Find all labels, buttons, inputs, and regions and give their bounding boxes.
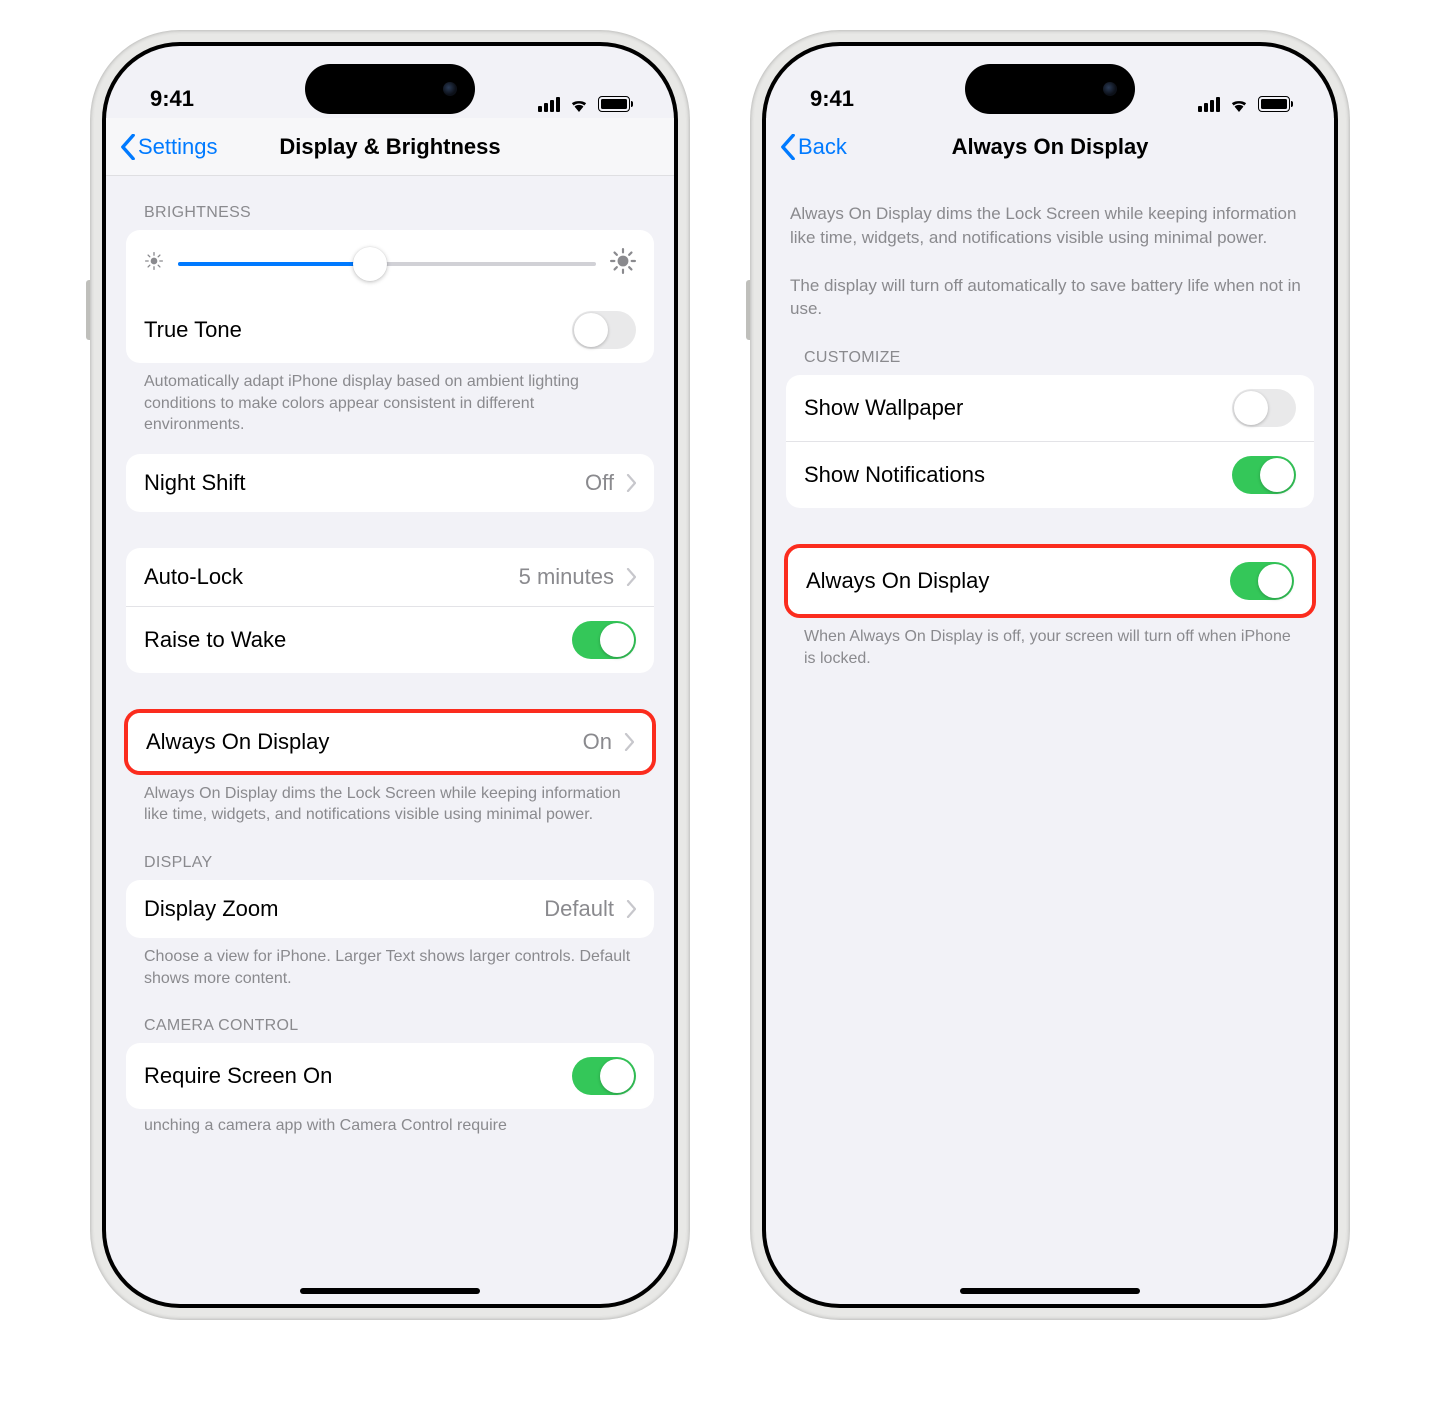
- true-tone-toggle[interactable]: [572, 311, 636, 349]
- intro-text-2: The display will turn off automatically …: [786, 274, 1314, 322]
- cellular-icon: [1198, 96, 1220, 112]
- group-display-zoom: Display Zoom Default: [126, 880, 654, 938]
- group-customize: Show Wallpaper Show Notifications: [786, 375, 1314, 508]
- night-shift-label: Night Shift: [144, 470, 573, 496]
- group-camera: Require Screen On: [126, 1043, 654, 1109]
- raise-to-wake-label: Raise to Wake: [144, 627, 560, 653]
- require-screen-label: Require Screen On: [144, 1063, 560, 1089]
- home-indicator[interactable]: [300, 1288, 480, 1294]
- status-time: 9:41: [150, 86, 194, 112]
- night-shift-value: Off: [585, 470, 614, 496]
- section-header-camera: CAMERA CONTROL: [126, 989, 654, 1043]
- aod-value: On: [583, 729, 612, 755]
- row-aod-toggle: Always On Display: [788, 548, 1312, 614]
- require-screen-toggle[interactable]: [572, 1057, 636, 1095]
- chevron-right-icon: [624, 733, 634, 751]
- row-display-zoom[interactable]: Display Zoom Default: [126, 880, 654, 938]
- section-header-brightness: BRIGHTNESS: [126, 176, 654, 230]
- chevron-left-icon: [780, 134, 796, 160]
- back-label: Back: [798, 134, 847, 160]
- row-always-on-display[interactable]: Always On Display On: [128, 713, 652, 771]
- aod-toggle-footer: When Always On Display is off, your scre…: [786, 618, 1314, 669]
- show-wallpaper-toggle[interactable]: [1232, 389, 1296, 427]
- chevron-left-icon: [120, 134, 136, 160]
- auto-lock-value: 5 minutes: [519, 564, 614, 590]
- aod-toggle-label: Always On Display: [806, 568, 1218, 594]
- highlight-aod-toggle: Always On Display: [784, 544, 1316, 618]
- back-button[interactable]: Settings: [120, 134, 218, 160]
- wifi-icon: [568, 96, 590, 112]
- cellular-icon: [538, 96, 560, 112]
- nav-bar: Back Always On Display: [766, 118, 1334, 176]
- raise-to-wake-toggle[interactable]: [572, 621, 636, 659]
- row-require-screen-on: Require Screen On: [126, 1043, 654, 1109]
- group-brightness: True Tone: [126, 230, 654, 363]
- camera-footer-cut: unching a camera app with Camera Control…: [126, 1109, 654, 1137]
- nav-bar: Settings Display & Brightness: [106, 118, 674, 176]
- row-raise-to-wake: Raise to Wake: [126, 606, 654, 673]
- true-tone-footer: Automatically adapt iPhone display based…: [126, 363, 654, 436]
- settings-content[interactable]: Always On Display dims the Lock Screen w…: [766, 176, 1334, 1304]
- dynamic-island: [305, 64, 475, 114]
- phone-left: 9:41 Settings Display & Brightness BRIGH…: [90, 30, 690, 1320]
- row-night-shift[interactable]: Night Shift Off: [126, 454, 654, 512]
- chevron-right-icon: [626, 900, 636, 918]
- true-tone-label: True Tone: [144, 317, 560, 343]
- group-night-shift: Night Shift Off: [126, 454, 654, 512]
- back-button[interactable]: Back: [780, 134, 847, 160]
- row-show-wallpaper: Show Wallpaper: [786, 375, 1314, 441]
- display-zoom-footer: Choose a view for iPhone. Larger Text sh…: [126, 938, 654, 989]
- row-show-notifications: Show Notifications: [786, 441, 1314, 508]
- row-true-tone: True Tone: [126, 297, 654, 363]
- group-lock: Auto-Lock 5 minutes Raise to Wake: [126, 548, 654, 673]
- back-label: Settings: [138, 134, 218, 160]
- aod-toggle[interactable]: [1230, 562, 1294, 600]
- phone-right: 9:41 Back Always On Display Always On Di…: [750, 30, 1350, 1320]
- intro-text-1: Always On Display dims the Lock Screen w…: [786, 202, 1314, 250]
- battery-icon: [1258, 96, 1290, 112]
- section-header-customize: CUSTOMIZE: [786, 321, 1314, 375]
- display-zoom-value: Default: [544, 896, 614, 922]
- sun-min-icon: [144, 251, 164, 276]
- status-time: 9:41: [810, 86, 854, 112]
- highlight-aod: Always On Display On: [124, 709, 656, 775]
- display-zoom-label: Display Zoom: [144, 896, 532, 922]
- chevron-right-icon: [626, 568, 636, 586]
- chevron-right-icon: [626, 474, 636, 492]
- home-indicator[interactable]: [960, 1288, 1140, 1294]
- sun-max-icon: [610, 248, 636, 279]
- aod-footer: Always On Display dims the Lock Screen w…: [126, 775, 654, 826]
- row-auto-lock[interactable]: Auto-Lock 5 minutes: [126, 548, 654, 606]
- aod-label: Always On Display: [146, 729, 571, 755]
- settings-content[interactable]: BRIGHTNESS True Tone: [106, 176, 674, 1304]
- brightness-slider-row: [126, 230, 654, 297]
- section-header-display: DISPLAY: [126, 826, 654, 880]
- dynamic-island: [965, 64, 1135, 114]
- show-notifications-label: Show Notifications: [804, 462, 1220, 488]
- brightness-slider[interactable]: [178, 262, 596, 266]
- battery-icon: [598, 96, 630, 112]
- show-wallpaper-label: Show Wallpaper: [804, 395, 1220, 421]
- wifi-icon: [1228, 96, 1250, 112]
- auto-lock-label: Auto-Lock: [144, 564, 507, 590]
- show-notifications-toggle[interactable]: [1232, 456, 1296, 494]
- page-title: Always On Display: [766, 134, 1334, 160]
